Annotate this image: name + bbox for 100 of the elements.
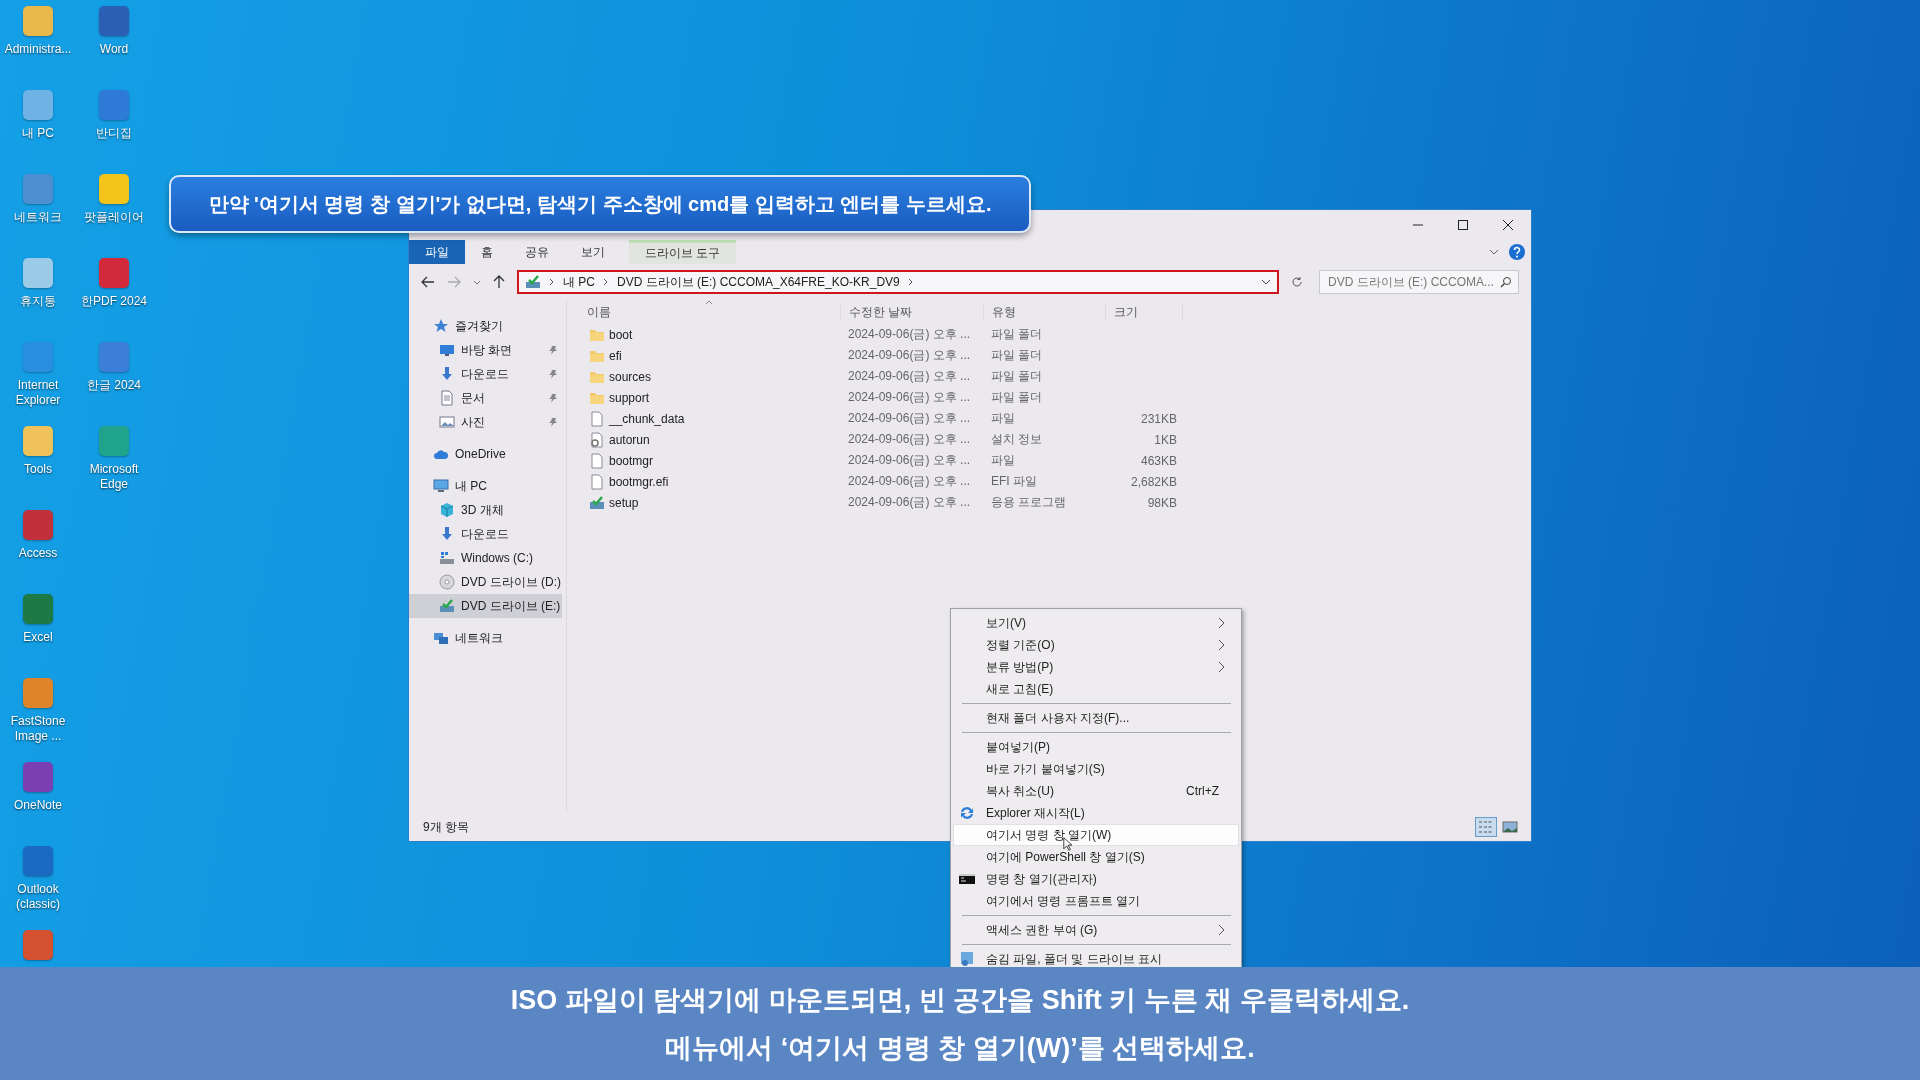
chevron-right-icon[interactable] [907, 278, 914, 286]
menu-item[interactable]: 현재 폴더 사용자 지정(F)... [953, 707, 1239, 729]
app-icon[interactable] [23, 594, 53, 624]
file-name[interactable]: bootmgr [609, 453, 654, 468]
nav-item[interactable]: 네트워크 [409, 626, 562, 650]
column-header[interactable]: 수정한 날짜 [841, 303, 984, 321]
nav-item[interactable]: Windows (C:) [409, 546, 562, 570]
modified-date: 2024-09-06(금) 오후 ... [848, 369, 971, 383]
ribbon-tab[interactable]: 보기 [565, 240, 621, 264]
menu-item[interactable]: 바로 가기 붙여넣기(S) [953, 758, 1239, 780]
app-icon[interactable] [99, 90, 129, 120]
forward-arrow-icon[interactable] [447, 276, 461, 288]
menu-item[interactable]: 붙여넣기(P) [953, 736, 1239, 758]
app-icon[interactable] [99, 426, 129, 456]
file-name[interactable]: __chunk_data [609, 411, 685, 426]
menu-item[interactable]: 새로 고침(E) [953, 678, 1239, 700]
nav-item[interactable]: 내 PC [409, 474, 562, 498]
modified-date: 2024-09-06(금) 오후 ... [848, 453, 971, 467]
pin-icon[interactable] [548, 345, 558, 355]
column-header[interactable]: 유형 [984, 303, 1106, 321]
chevron-down-icon[interactable] [1489, 249, 1499, 255]
refresh-icon[interactable] [1291, 276, 1303, 288]
column-header[interactable]: 이름 [579, 303, 841, 321]
nav-item[interactable]: DVD 드라이브 (D:) [409, 570, 562, 594]
file-name[interactable]: efi [609, 348, 622, 363]
app-icon[interactable] [99, 174, 129, 204]
breadcrumb-segment[interactable]: DVD 드라이브 (E:) CCCOMA_X64FRE_KO-KR_DV9 [617, 273, 900, 291]
file-name[interactable]: support [609, 390, 650, 405]
modified-date: 2024-09-06(금) 오후 ... [848, 327, 971, 341]
help-icon[interactable] [1509, 244, 1525, 260]
search-field[interactable]: DVD 드라이브 (E:) CCCOMA... [1319, 270, 1519, 294]
chevron-right-icon[interactable] [603, 278, 609, 286]
breadcrumb-segment[interactable]: 내 PC [563, 273, 595, 291]
modified-date: 2024-09-06(금) 오후 ... [848, 348, 971, 362]
console-icon [959, 871, 975, 887]
nav-item[interactable]: 문서 [409, 386, 562, 410]
app-icon[interactable] [23, 510, 53, 540]
app-icon[interactable] [23, 762, 53, 792]
nav-item[interactable]: 다운로드 [409, 362, 562, 386]
file-name[interactable]: sources [609, 369, 652, 384]
menu-item[interactable]: 보기(V) [953, 612, 1239, 634]
file-name[interactable]: setup [609, 495, 639, 510]
nav-item[interactable]: 다운로드 [409, 522, 562, 546]
menu-item[interactable]: 액세스 권한 부여 (G) [953, 919, 1239, 941]
app-icon[interactable] [23, 846, 53, 876]
menu-item[interactable]: 여기에 PowerShell 창 열기(S) [953, 846, 1239, 868]
app-icon[interactable] [23, 90, 53, 120]
nav-item[interactable]: DVD 드라이브 (E:) [409, 594, 562, 618]
file-size: 1KB [1154, 432, 1177, 447]
app-icon[interactable] [23, 930, 53, 960]
pin-icon[interactable] [548, 417, 558, 427]
search-icon [1500, 276, 1512, 288]
nav-item[interactable]: 즐겨찾기 [409, 314, 562, 338]
modified-date: 2024-09-06(금) 오후 ... [848, 474, 971, 488]
app-icon[interactable] [99, 6, 129, 36]
chevron-down-icon[interactable] [1261, 279, 1271, 285]
close-icon[interactable] [1503, 220, 1513, 230]
file-name[interactable]: bootmgr.efi [609, 474, 669, 489]
file-icon [589, 452, 605, 469]
installer-icon [589, 494, 605, 511]
maximize-icon[interactable] [1458, 220, 1468, 230]
ribbon-tab[interactable]: 공유 [509, 240, 565, 264]
app-icon[interactable] [23, 6, 53, 36]
window-icon [959, 951, 975, 967]
file-name[interactable]: boot [609, 327, 633, 342]
chevron-right-icon[interactable] [549, 278, 555, 286]
file-name[interactable]: autorun [609, 432, 650, 447]
menu-item[interactable]: 복사 취소(U) Ctrl+Z [953, 780, 1239, 802]
pin-icon[interactable] [548, 393, 558, 403]
nav-item[interactable]: 바탕 화면 [409, 338, 562, 362]
nav-item[interactable]: 사진 [409, 410, 562, 434]
ribbon-tab[interactable]: 파일 [409, 240, 465, 264]
app-icon[interactable] [23, 258, 53, 288]
ribbon-tab[interactable]: 드라이브 도구 [629, 240, 737, 264]
menu-item[interactable]: 명령 창 열기(관리자) [953, 868, 1239, 890]
nav-item[interactable]: OneDrive [409, 442, 562, 466]
back-arrow-icon[interactable] [421, 276, 435, 288]
menu-item[interactable]: 여기서 명령 창 열기(W) [953, 824, 1239, 846]
menu-item[interactable]: 분류 방법(P) [953, 656, 1239, 678]
document-icon [439, 390, 455, 406]
up-arrow-icon[interactable] [493, 275, 505, 289]
file-type: 파일 폴더 [991, 390, 1043, 404]
file-type: 응용 프로그램 [991, 495, 1067, 509]
column-header[interactable]: 크기 [1106, 303, 1183, 321]
refresh-icon [959, 805, 975, 821]
list-icon [1478, 820, 1494, 834]
app-icon[interactable] [23, 678, 53, 708]
app-icon[interactable] [23, 426, 53, 456]
menu-item[interactable]: 숨김 파일, 폴더 및 드라이브 표시 [953, 948, 1239, 970]
app-icon[interactable] [99, 258, 129, 288]
menu-item[interactable]: 정렬 기준(O) [953, 634, 1239, 656]
drive-icon [439, 598, 455, 614]
download-icon [439, 366, 455, 382]
menu-item[interactable]: 여기에서 명령 프롬프트 열기 [953, 890, 1239, 912]
pin-icon[interactable] [548, 369, 558, 379]
nav-item[interactable]: 3D 개체 [409, 498, 562, 522]
menu-item[interactable]: Explorer 재시작(L) [953, 802, 1239, 824]
address-bar[interactable]: 내 PC DVD 드라이브 (E:) CCCOMA_X64FRE_KO-KR_DV9 [517, 270, 1279, 294]
cube-icon [439, 502, 455, 518]
ribbon-tab[interactable]: 홈 [465, 240, 509, 264]
